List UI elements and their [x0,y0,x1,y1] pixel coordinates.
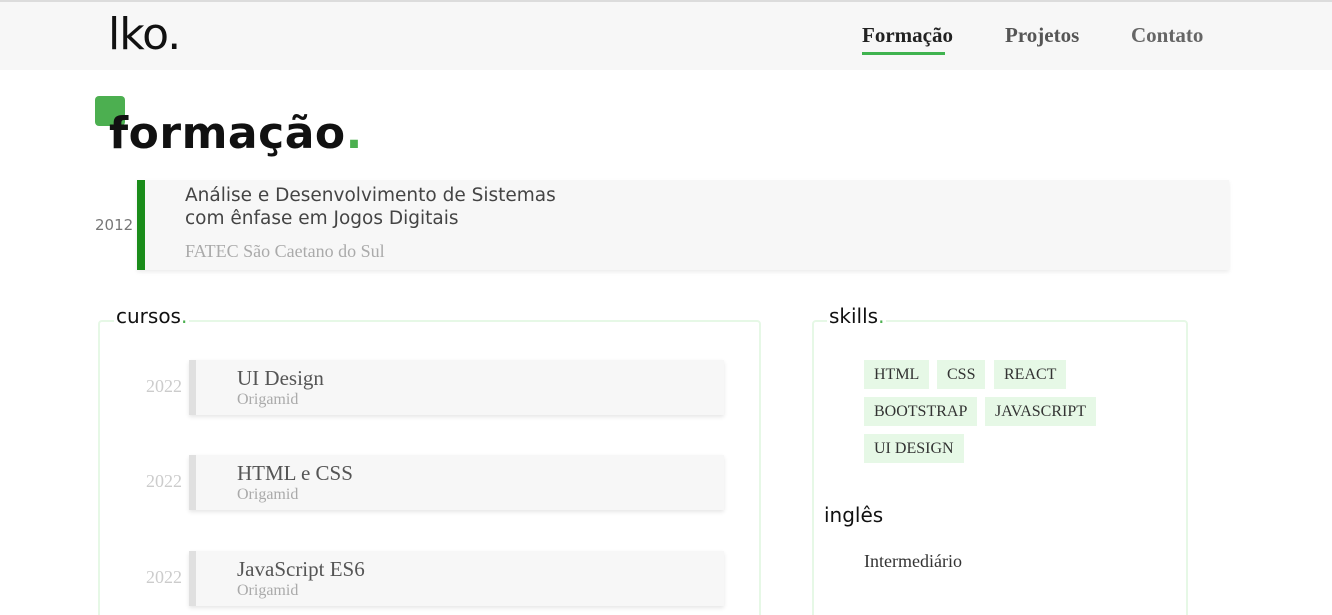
course-year: 2022 [146,567,182,587]
course-school: Origamid [237,486,299,503]
course-year: 2022 [146,376,182,396]
course-name: HTML e CSS [237,461,353,485]
skill-tag-javascript: JAVASCRIPT [985,397,1097,426]
education-title: Análise e Desenvolvimento de Sistemas co… [185,185,556,229]
education-card: Análise e Desenvolvimento de Sistemas co… [137,180,1229,270]
course-card: HTML e CSS Origamid [189,455,724,510]
education-year: 2012 [95,216,134,234]
course-school: Origamid [237,391,299,408]
page-title: formação. [109,108,363,159]
nav-active-underline [862,52,945,55]
ingles-title: inglês [824,503,884,527]
nav-projetos[interactable]: Projetos [1005,22,1079,48]
nav-contato[interactable]: Contato [1131,22,1203,48]
course-card: JavaScript ES6 Origamid [189,551,724,606]
ingles-level: Intermediário [864,551,962,571]
course-school: Origamid [237,582,299,599]
education-school: FATEC São Caetano do Sul [185,241,385,261]
skills-title: skills. [827,304,887,328]
skill-tag-ui-design: UI DESIGN [864,434,964,463]
course-card: UI Design Origamid [189,360,724,415]
skill-tag-html: HTML [864,360,930,389]
site-header: lko. Formação Projetos Contato [0,2,1332,70]
skill-tag-react: REACT [994,360,1067,389]
course-year: 2022 [146,471,182,491]
skill-tag-css: CSS [937,360,986,389]
course-name: UI Design [237,366,324,390]
nav-formacao[interactable]: Formação [862,22,953,48]
logo[interactable]: lko. [108,8,181,62]
course-name: JavaScript ES6 [237,557,365,581]
skill-tag-bootstrap: BOOTSTRAP [864,397,978,426]
cursos-title: cursos. [114,304,190,328]
